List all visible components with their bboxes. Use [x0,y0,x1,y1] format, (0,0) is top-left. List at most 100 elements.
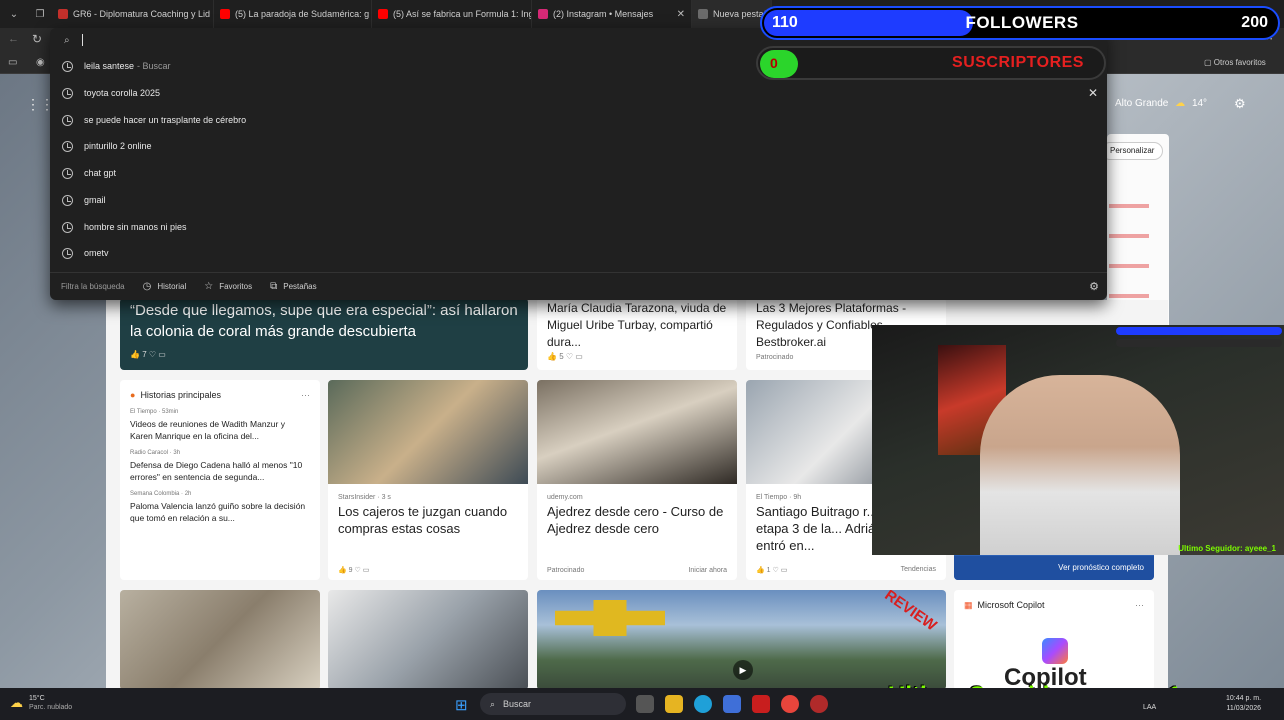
new-tab-icon [698,9,708,19]
chrome-icon[interactable] [781,695,799,713]
tabs-icon: ⧉ [270,281,278,292]
task-view-icon[interactable] [636,695,654,713]
back-icon[interactable]: ← [8,33,19,45]
ad-card-ajedrez[interactable]: udemy.com Ajedrez desde cero - Curso de … [537,380,737,580]
play-icon[interactable]: ▶ [733,660,753,680]
suggestion-text: leila santese [84,61,135,71]
subscribers-goal-bar: 0 SUSCRIPTORES [756,46,1106,80]
streamer [980,375,1180,555]
clock-date: 11/03/2026 [1226,705,1262,712]
language-indicator[interactable]: LAA [1143,704,1156,711]
file-explorer-icon[interactable] [665,695,683,713]
history-icon [62,87,73,99]
story-item[interactable]: El Tiempo · 53min Videos de reuniones de… [120,407,320,448]
market-row[interactable] [1109,264,1149,268]
more-options-icon[interactable]: ⋯ [301,390,310,401]
video-card-chevrolet[interactable]: REVIEW ▶ [537,590,946,688]
suggestion-item[interactable]: gmail [50,187,1107,213]
tab-label: (2) Instagram • Mensajes [553,9,654,19]
history-icon [62,167,73,179]
story-source: Radio Caracol · 3h [130,450,181,456]
copilot-header: ▦ Microsoft Copilot ⋯ [954,590,1154,621]
copilot-title: Microsoft Copilot [977,600,1045,610]
news-card-cajeros[interactable]: StarsInsider · 3 s Los cajeros te juzgan… [328,380,528,580]
tab-instagram[interactable]: (2) Instagram • Mensajes ✕ [532,0,692,28]
more-options-icon[interactable]: ⋯ [1135,600,1144,611]
market-row[interactable] [1109,294,1149,298]
market-row[interactable] [1109,234,1149,238]
image-card-tablet[interactable] [328,590,528,688]
store-icon[interactable] [723,695,741,713]
tab-actions-icon[interactable]: ⌄ [0,0,28,28]
refresh-icon[interactable]: ↻ [32,32,42,46]
app-icon[interactable] [810,695,828,713]
suggestion-item[interactable]: se puede hacer un trasplante de cérebro [50,107,1107,133]
review-badge: REVIEW [881,590,940,635]
acrobat-icon[interactable] [752,695,770,713]
history-icon [62,194,73,206]
story-text: Defensa de Diego Cadena halló al menos "… [130,460,303,482]
webcam-mini-subscribers-bar [1116,339,1282,347]
filter-settings-icon[interactable]: ⚙ [1089,280,1099,293]
suggestion-text: toyota corolla 2025 [84,88,161,98]
weather-place: Alto Grande [1115,98,1169,109]
history-icon [62,60,73,72]
suggestion-item[interactable]: chat gpt [50,160,1107,186]
top-stories-card: ● Historias principales ⋯ El Tiempo · 53… [120,380,320,580]
card-likes: 5 [559,352,564,361]
workspaces-icon[interactable]: ❐ [28,0,52,28]
close-dropdown-icon[interactable]: ✕ [1088,86,1098,100]
tab-gr6[interactable]: GR6 - Diplomatura Coaching y Lid✕ [52,0,214,28]
story-source: El Tiempo · 53min [130,409,179,415]
filter-history[interactable]: ◷ Historial [143,281,187,292]
card-reactions[interactable]: 👍 9 ♡ ▭ [338,566,369,574]
copilot-card[interactable]: ▦ Microsoft Copilot ⋯ Copilot [954,590,1154,688]
story-item[interactable]: Semana Colombia · 2h Paloma Valencia lan… [120,489,320,530]
taskbar-weather[interactable]: ☁ 15°C Parc. nublado [10,694,72,712]
youtube-icon [220,9,230,19]
followers-label: FOLLOWERS [965,13,1079,32]
image-card-money[interactable] [120,590,320,688]
filter-tabs[interactable]: ⧉ Pestañas [270,281,317,292]
suggestion-text: pinturillo 2 online [84,141,152,151]
card-reactions[interactable]: 👍 1 ♡ ▭ [756,566,787,574]
taskbar-search[interactable]: ⌕ Buscar [480,693,626,715]
start-now-button[interactable]: Iniciar ahora [688,567,727,574]
globe-icon[interactable]: ◉ [36,57,45,68]
story-item[interactable]: Radio Caracol · 3h Defensa de Diego Cade… [120,448,320,489]
filter-history-label: Historial [157,282,187,291]
hero-reactions[interactable]: 👍 7 ♡ ▭ [130,350,166,359]
suggestion-item[interactable]: hombre sin manos ni pies [50,214,1107,240]
card-likes: 1 [766,567,771,574]
hero-card[interactable]: “Desde que llegamos, supe que era especi… [120,298,528,370]
weather-widget[interactable]: Alto Grande ☁ 14° [1115,98,1207,109]
partly-cloudy-icon: ☁ [1175,98,1186,109]
suggestion-item[interactable]: toyota corolla 2025 [50,80,1107,106]
tab-youtube-sudamerica[interactable]: (5) La paradoja de Sudamérica: g✕ [214,0,372,28]
suggestion-text: gmail [84,195,106,205]
filter-tabs-label: Pestañas [283,282,317,291]
suggestion-text: ometv [84,248,109,258]
card-reactions[interactable]: 👍 5 ♡ ▭ [547,352,583,361]
suggestion-text: chat gpt [84,168,117,178]
trends-label[interactable]: Tendencias [901,566,936,574]
filter-favorites[interactable]: ☆ Favoritos [204,281,252,292]
sidebar-toggle-icon[interactable]: ▭ [8,57,17,68]
story-text: Paloma Valencia lanzó guiño sobre la dec… [130,501,306,523]
edge-icon[interactable] [694,695,712,713]
clock[interactable]: 10:44 p. m. 11/03/2026 [1226,694,1261,714]
close-tab-icon[interactable]: ✕ [671,9,685,20]
webcam-mini-last-follower: Ultimo Seguidor: ayeee_1 [1178,544,1276,553]
page-settings-icon[interactable]: ⚙ [1234,96,1246,112]
tab-youtube-formula1[interactable]: (5) Así se fabrica un Formula 1: Ing✕ [372,0,532,28]
search-filter-row: Filtra la búsqueda ◷ Historial ☆ Favoritos… [50,272,1107,300]
suggestion-item[interactable]: ometv [50,240,1107,266]
personalize-button[interactable]: Personalizar [1101,142,1163,160]
forecast-button[interactable]: Ver pronóstico completo [954,556,1154,580]
suggestion-item[interactable]: pinturillo 2 online [50,133,1107,159]
news-card-tarazona[interactable]: María Claudia Tarazona, viuda de Miguel … [537,298,737,370]
start-icon[interactable]: ⊞ [455,696,468,714]
subscribers-label: SUSCRIPTORES [952,54,1084,71]
chevrolet-logo-icon [555,600,665,636]
market-row[interactable] [1109,204,1149,208]
